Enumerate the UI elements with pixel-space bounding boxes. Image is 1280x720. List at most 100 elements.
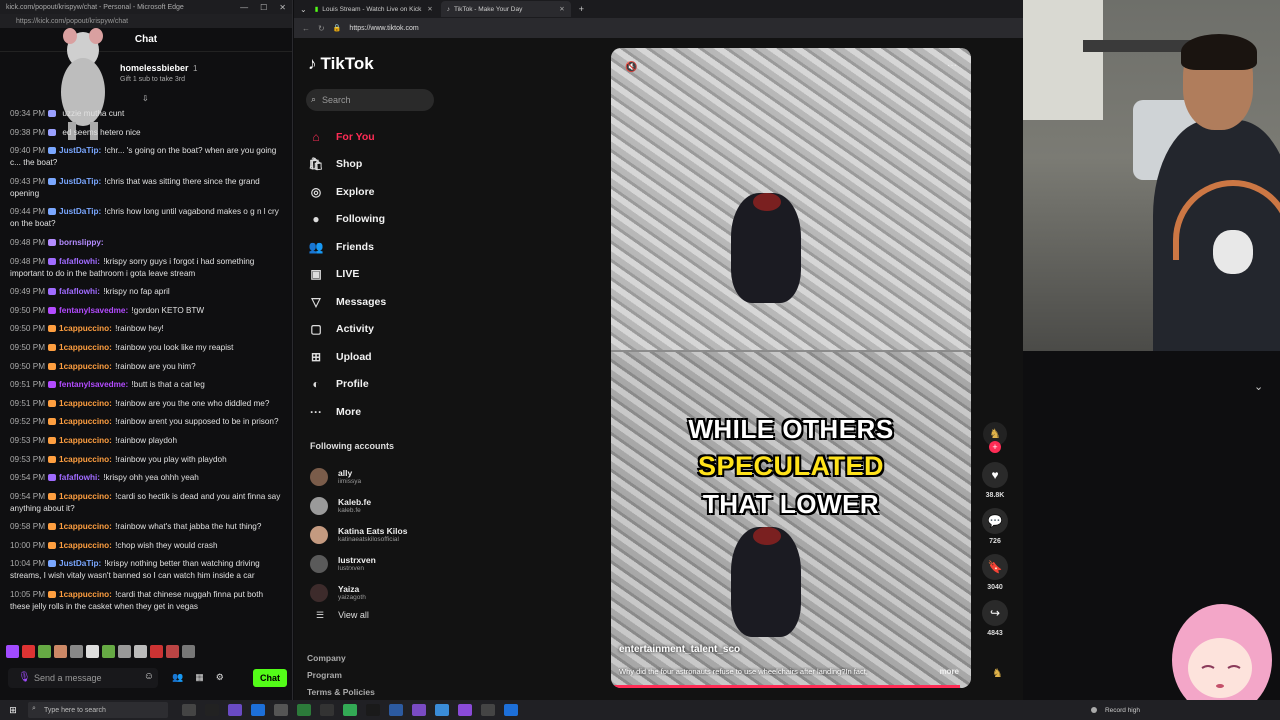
message-username[interactable]: JustDaTip: <box>59 559 101 568</box>
message-username[interactable]: JustDaTip: <box>59 146 101 155</box>
message-username[interactable]: 1cappuccino: <box>59 455 112 464</box>
emote-icon[interactable] <box>86 645 99 658</box>
close-icon[interactable]: ✕ <box>279 3 286 12</box>
view-all-link[interactable]: ☰ View all <box>316 610 369 621</box>
taskbar-search[interactable]: ⌕ Type here to search <box>28 702 168 718</box>
sidebar-item-shop[interactable]: 🛍 Shop <box>308 151 386 179</box>
emote-icon[interactable] <box>38 645 51 658</box>
share-button[interactable]: ↪ <box>982 600 1008 626</box>
more-options-icon[interactable]: ··· <box>947 60 957 71</box>
gear-icon[interactable]: ⚙ <box>216 672 224 683</box>
close-tab-icon[interactable]: ✕ <box>559 5 564 13</box>
emote-icon[interactable] <box>102 645 115 658</box>
store-icon[interactable]: ▦ <box>195 672 204 683</box>
app-icon[interactable] <box>274 704 288 716</box>
footer-link-company[interactable]: Company <box>307 650 375 667</box>
sidebar-item-following[interactable]: ● Following <box>308 206 386 234</box>
tab-kick[interactable]: ▮ Louis Stream - Watch Live on Kick ✕ <box>309 1 439 17</box>
emote-icon[interactable] <box>70 645 83 658</box>
emote-icon[interactable] <box>166 645 179 658</box>
emote-icon[interactable] <box>150 645 163 658</box>
task-view-icon[interactable] <box>182 704 196 716</box>
minimize-icon[interactable]: — <box>240 3 248 12</box>
message-username[interactable]: 1cappuccino: <box>59 541 112 550</box>
emoji-icon[interactable]: ☺ <box>144 671 154 682</box>
message-username[interactable]: 1cappuccino: <box>59 492 112 501</box>
emote-icon[interactable] <box>118 645 131 658</box>
sidebar-item-upload[interactable]: ⊞ Upload <box>308 343 386 371</box>
message-username[interactable]: fafaflowhi: <box>59 473 100 482</box>
comment-button[interactable]: 💬 <box>982 508 1008 534</box>
chevron-down-icon[interactable]: ⌄ <box>1254 380 1263 393</box>
emote-icon[interactable] <box>54 645 67 658</box>
follow-plus-icon[interactable]: + <box>989 441 1001 453</box>
app-icon[interactable] <box>458 704 472 716</box>
users-icon[interactable]: 👥 <box>172 672 183 683</box>
sidebar-item-explore[interactable]: ◎ Explore <box>308 178 386 206</box>
message-username[interactable]: 1cappuccino: <box>59 324 112 333</box>
sidebar-item-more[interactable]: ··· More <box>308 398 386 426</box>
pinned-gifter[interactable]: homelessbieber 1 Gift 1 sub to take 3rd <box>0 52 292 88</box>
chat-message-input[interactable]: 🎙 Send a message ☺ <box>8 668 158 688</box>
footer-link-program[interactable]: Program <box>307 667 375 684</box>
sidebar-item-for-you[interactable]: ⌂ For You <box>308 123 386 151</box>
app-icon[interactable] <box>343 704 357 716</box>
tab-actions-icon[interactable]: ⌄ <box>300 5 307 14</box>
message-username[interactable]: 1cappuccino: <box>59 362 112 371</box>
emote-icon[interactable] <box>22 645 35 658</box>
sidebar-item-profile[interactable]: ◐ Profile <box>308 371 386 399</box>
address-bar[interactable]: ← ↻ 🔒 https://www.tiktok.com <box>294 18 1023 38</box>
message-username[interactable]: fafaflowhi: <box>59 257 100 266</box>
edge-icon[interactable] <box>251 704 265 716</box>
bookmark-button[interactable]: 🔖 <box>982 554 1008 580</box>
app-icon[interactable] <box>412 704 426 716</box>
send-chat-button[interactable]: Chat <box>253 669 287 687</box>
following-account[interactable]: Kaleb.fe kaleb.fe <box>310 491 407 520</box>
creator-avatar[interactable]: ♞ + <box>983 422 1007 453</box>
message-username[interactable]: fentanylsavedme: <box>59 380 128 389</box>
steam-icon[interactable] <box>481 704 495 716</box>
app-icon[interactable] <box>320 704 334 716</box>
sidebar-item-activity[interactable]: ▢ Activity <box>308 316 386 344</box>
edge-icon[interactable] <box>504 704 518 716</box>
video-author[interactable]: entertainment_talent_sco <box>619 644 740 655</box>
app-icon[interactable] <box>297 704 311 716</box>
sidebar-item-messages[interactable]: ▽ Messages <box>308 288 386 316</box>
tiktok-logo[interactable]: ♪ TikTok <box>308 54 374 74</box>
back-icon[interactable]: ← <box>302 24 310 33</box>
following-account[interactable]: Yaiza yaizagoth <box>310 578 407 607</box>
like-button[interactable]: ♥ <box>982 462 1008 488</box>
close-tab-icon[interactable]: ✕ <box>427 5 432 13</box>
message-username[interactable]: 1cappuccino: <box>59 522 112 531</box>
mute-icon[interactable]: 🔇 <box>625 62 637 73</box>
message-username[interactable]: 1cappuccino: <box>59 399 112 408</box>
app-icon[interactable] <box>435 704 449 716</box>
sidebar-item-live[interactable]: ▣ LIVE <box>308 261 386 289</box>
maximize-icon[interactable]: ☐ <box>260 3 267 12</box>
emote-icon[interactable] <box>6 645 19 658</box>
message-username[interactable]: 1cappuccino: <box>59 417 112 426</box>
following-account[interactable]: lustrxven lustrxven <box>310 549 407 578</box>
following-account[interactable]: Katina Eats Kilos katinaeatskilosofficial <box>310 520 407 549</box>
windows-start-icon[interactable]: ⊞ <box>4 705 22 716</box>
new-tab-icon[interactable]: + <box>573 4 590 14</box>
message-username[interactable]: bornslippy: <box>59 238 104 247</box>
chat-url-bar[interactable]: https://kick.com/popout/krispyw/chat <box>0 14 292 28</box>
microphone-icon[interactable]: 🎙 <box>18 672 31 683</box>
search-input[interactable]: ⌕ Search <box>306 89 434 111</box>
message-username[interactable]: 1cappuccino: <box>59 343 112 352</box>
sidebar-item-friends[interactable]: 👥 Friends <box>308 233 386 261</box>
video-progress-bar[interactable] <box>611 685 961 688</box>
app-icon[interactable] <box>205 704 219 716</box>
message-username[interactable]: JustDaTip: <box>59 177 101 186</box>
chevron-down-icon[interactable]: ⇩ <box>142 94 149 103</box>
refresh-icon[interactable]: ↻ <box>318 24 325 33</box>
app-icon[interactable] <box>228 704 242 716</box>
app-icon[interactable] <box>366 704 380 716</box>
tab-tiktok[interactable]: ♪ TikTok - Make Your Day ✕ <box>440 1 571 17</box>
video-player[interactable]: WHILE OTHERS SPECULATED THAT LOWER 🔇 ···… <box>611 48 971 688</box>
message-username[interactable]: JustDaTip: <box>59 207 101 216</box>
message-username[interactable]: 1cappuccino: <box>59 590 112 599</box>
following-account[interactable]: ally iimissya <box>310 462 407 491</box>
message-username[interactable]: fentanylsavedme: <box>59 306 128 315</box>
